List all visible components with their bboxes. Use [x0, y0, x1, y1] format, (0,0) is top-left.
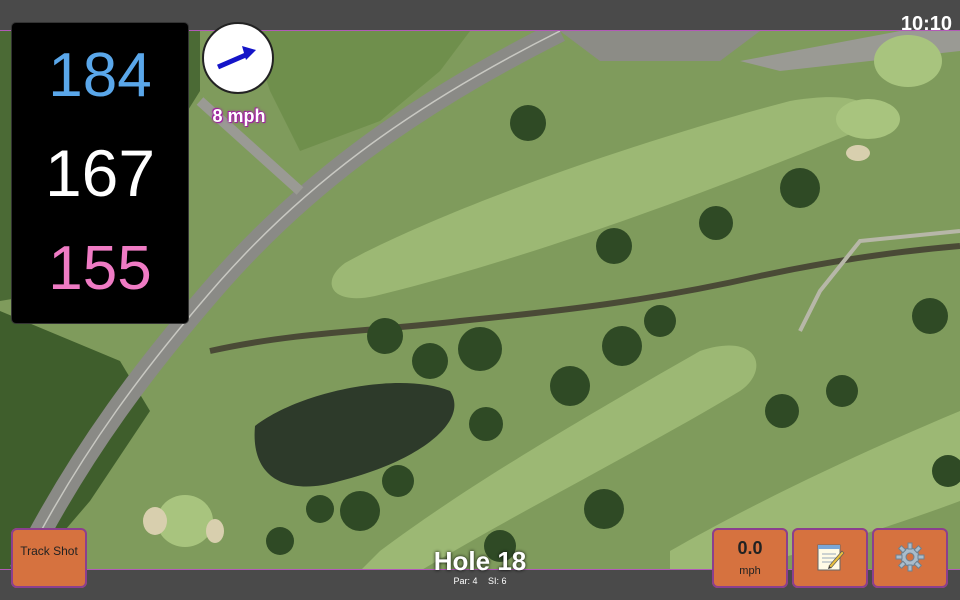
- wind-direction-arrow-icon: [217, 46, 256, 70]
- hole-title: Hole 18: [433, 546, 527, 576]
- speed-unit: mph: [739, 565, 761, 577]
- notepad-icon: [815, 542, 845, 577]
- hole-meta: Par: 4 SI: 6: [380, 577, 580, 586]
- middle-of-green-distance: 167: [44, 136, 156, 210]
- hole-stroke-index: SI: 6: [488, 576, 507, 586]
- track-shot-label: Track Shot: [20, 544, 78, 558]
- track-shot-button[interactable]: Track Shot: [11, 528, 87, 588]
- gear-icon: [895, 542, 925, 577]
- wind-speed: 8 mph: [212, 106, 266, 126]
- wind-indicator: [202, 22, 274, 94]
- back-of-green-distance: 184: [48, 41, 152, 110]
- hole-par: Par: 4: [453, 576, 478, 586]
- notes-button[interactable]: [792, 528, 868, 588]
- front-of-green-distance: 155: [48, 234, 152, 303]
- distance-panel: 184 167 155: [11, 22, 189, 324]
- speed-value: 0.0: [737, 538, 763, 558]
- settings-button[interactable]: [872, 528, 948, 588]
- speed-button[interactable]: 0.0 mph: [712, 528, 788, 588]
